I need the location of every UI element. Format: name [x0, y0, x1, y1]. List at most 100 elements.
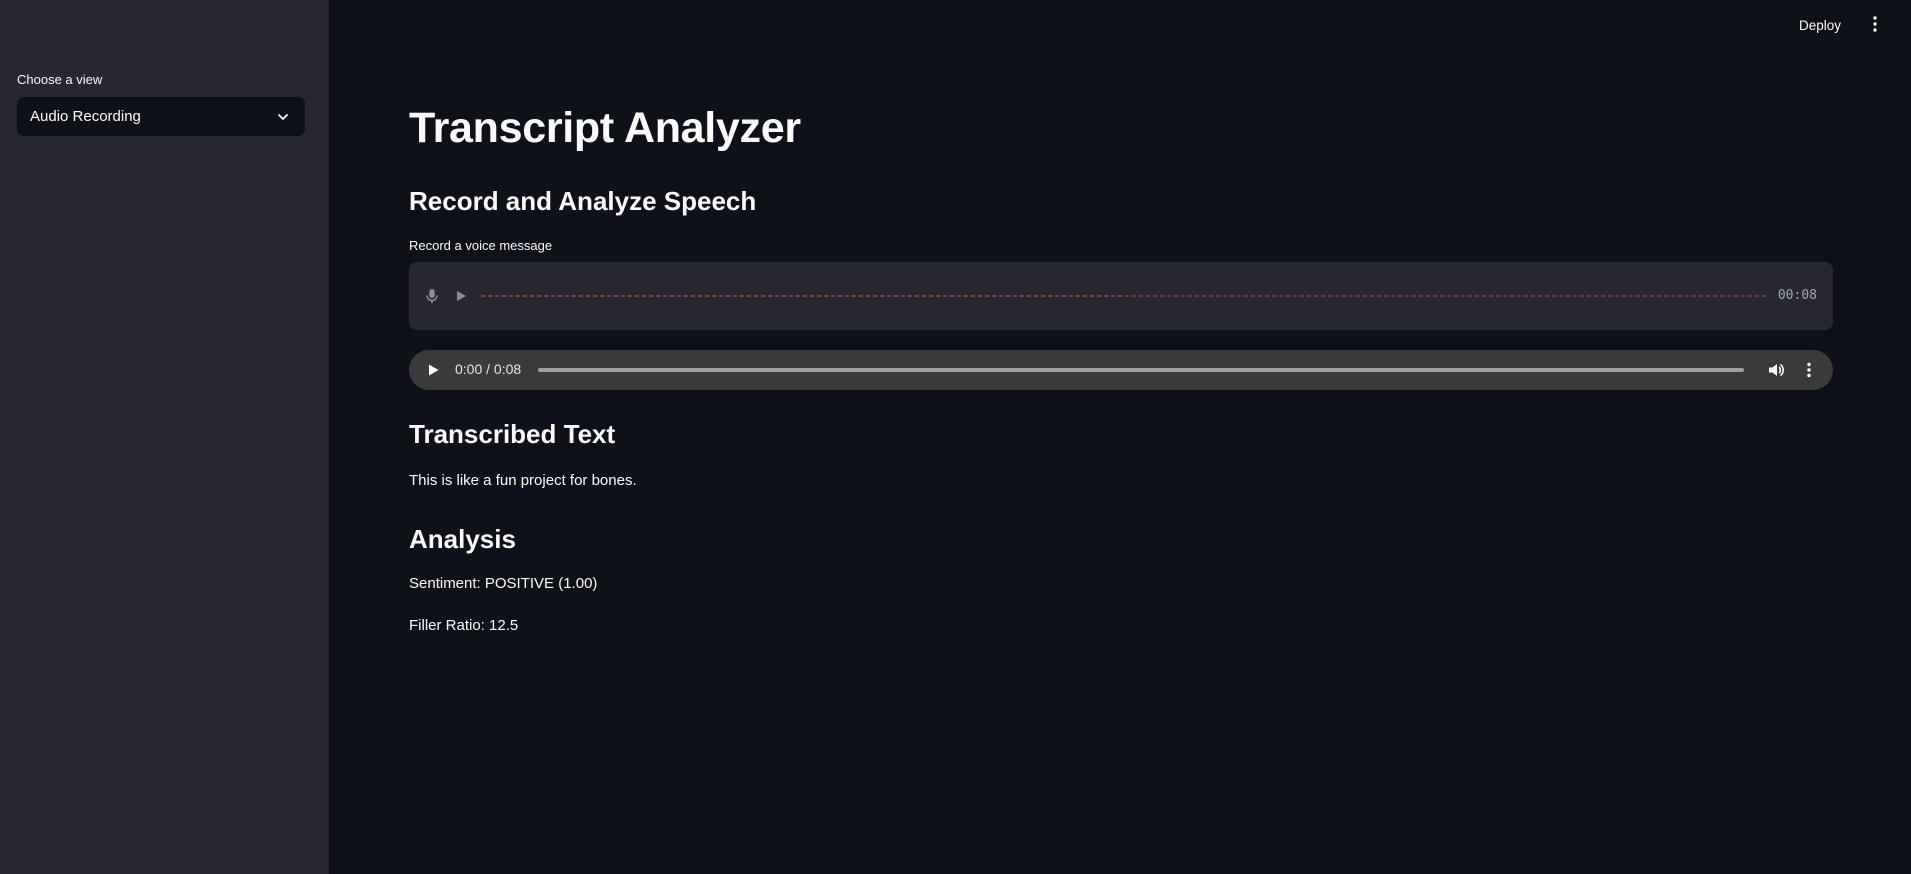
waveform-dash	[1328, 295, 1332, 297]
waveform-dash	[586, 295, 590, 297]
waveform-dash	[1377, 295, 1381, 297]
waveform-dash	[901, 295, 905, 297]
waveform-dash	[516, 295, 520, 297]
waveform-dash	[1251, 295, 1255, 297]
waveform-dash	[1034, 295, 1038, 297]
waveform-dash	[1671, 295, 1675, 297]
waveform-dash	[1482, 295, 1486, 297]
waveform-dash	[824, 295, 828, 297]
waveform-dash	[1664, 295, 1668, 297]
waveform-dash	[803, 295, 807, 297]
waveform-dash	[1349, 295, 1353, 297]
waveform-dash	[1118, 295, 1122, 297]
chevron-down-icon	[275, 109, 291, 125]
waveform-dash	[1545, 295, 1549, 297]
waveform-dash	[1356, 295, 1360, 297]
waveform-dash	[1076, 295, 1080, 297]
waveform-dash	[761, 295, 765, 297]
waveform-dash	[789, 295, 793, 297]
waveform-dash	[1279, 295, 1283, 297]
waveform-dash	[579, 295, 583, 297]
waveform-dash	[1741, 295, 1745, 297]
waveform-dash	[1489, 295, 1493, 297]
waveform-dash	[1139, 295, 1143, 297]
section-subtitle: Record and Analyze Speech	[409, 186, 757, 216]
view-select[interactable]: Audio Recording	[17, 97, 305, 136]
recorder-play-icon[interactable]	[454, 289, 468, 303]
waveform-dash	[922, 295, 926, 297]
waveform-dash	[845, 295, 849, 297]
waveform-dash	[614, 295, 618, 297]
waveform-dash	[831, 295, 835, 297]
waveform-dash	[1734, 295, 1738, 297]
waveform-dash	[1048, 295, 1052, 297]
waveform-dash	[1755, 295, 1759, 297]
recorder-label: Record a voice message	[409, 238, 553, 253]
player-time: 0:00 / 0:08	[455, 361, 522, 377]
waveform-dash	[754, 295, 758, 297]
waveform-dash	[1685, 295, 1689, 297]
waveform-dash	[649, 295, 653, 297]
waveform-dash	[1720, 295, 1724, 297]
waveform-dash	[684, 295, 688, 297]
analysis-heading: Analysis	[409, 524, 516, 554]
waveform-dash	[1440, 295, 1444, 297]
waveform-dash	[1069, 295, 1073, 297]
more-options-icon[interactable]	[1801, 361, 1817, 379]
view-select-label: Choose a view	[17, 72, 103, 87]
waveform-dash	[992, 295, 996, 297]
waveform-dash	[1692, 295, 1696, 297]
seek-bar[interactable]	[538, 368, 1744, 372]
waveform-dash	[726, 295, 730, 297]
deploy-button[interactable]: Deploy	[1795, 14, 1845, 36]
waveform-dash	[530, 295, 534, 297]
waveform-dash	[642, 295, 646, 297]
waveform-dash	[1524, 295, 1528, 297]
waveform-dash	[705, 295, 709, 297]
waveform-dash	[950, 295, 954, 297]
waveform-dash	[1146, 295, 1150, 297]
waveform-dash	[887, 295, 891, 297]
waveform-dash	[852, 295, 856, 297]
waveform-dash	[1006, 295, 1010, 297]
waveform-dash	[1461, 295, 1465, 297]
waveform-dash	[593, 295, 597, 297]
kebab-menu-icon[interactable]	[1864, 12, 1886, 36]
waveform-dash	[1174, 295, 1178, 297]
volume-icon[interactable]	[1767, 361, 1785, 379]
waveform-dash	[1601, 295, 1605, 297]
waveform-dash	[1223, 295, 1227, 297]
waveform-dash	[1398, 295, 1402, 297]
waveform-dash	[1272, 295, 1276, 297]
waveform-dash	[733, 295, 737, 297]
waveform-dash	[873, 295, 877, 297]
waveform-dash	[908, 295, 912, 297]
page-title: Transcript Analyzer	[409, 104, 801, 152]
waveform-dash	[768, 295, 772, 297]
waveform-dash	[544, 295, 548, 297]
waveform-dash	[698, 295, 702, 297]
sentiment-result: Sentiment: POSITIVE (1.00)	[409, 575, 598, 592]
waveform-dash	[495, 295, 499, 297]
waveform-dash	[1335, 295, 1339, 297]
waveform-dash	[1230, 295, 1234, 297]
waveform-dash	[1237, 295, 1241, 297]
waveform-dash	[943, 295, 947, 297]
waveform-dash	[1412, 295, 1416, 297]
waveform-dash	[796, 295, 800, 297]
waveform-dash	[866, 295, 870, 297]
waveform-dash	[1181, 295, 1185, 297]
waveform-dash	[558, 295, 562, 297]
play-icon[interactable]	[425, 362, 441, 378]
waveform-dash	[957, 295, 961, 297]
waveform-dash	[1531, 295, 1535, 297]
sidebar: Choose a view Audio Recording	[0, 0, 329, 874]
audio-recorder: 00:08	[409, 262, 1833, 330]
waveform-dash	[1503, 295, 1507, 297]
waveform-dash	[971, 295, 975, 297]
waveform-dash	[1496, 295, 1500, 297]
waveform-dash	[1643, 295, 1647, 297]
waveform-dash	[1713, 295, 1717, 297]
waveform-dash	[600, 295, 604, 297]
microphone-icon[interactable]	[423, 287, 441, 305]
